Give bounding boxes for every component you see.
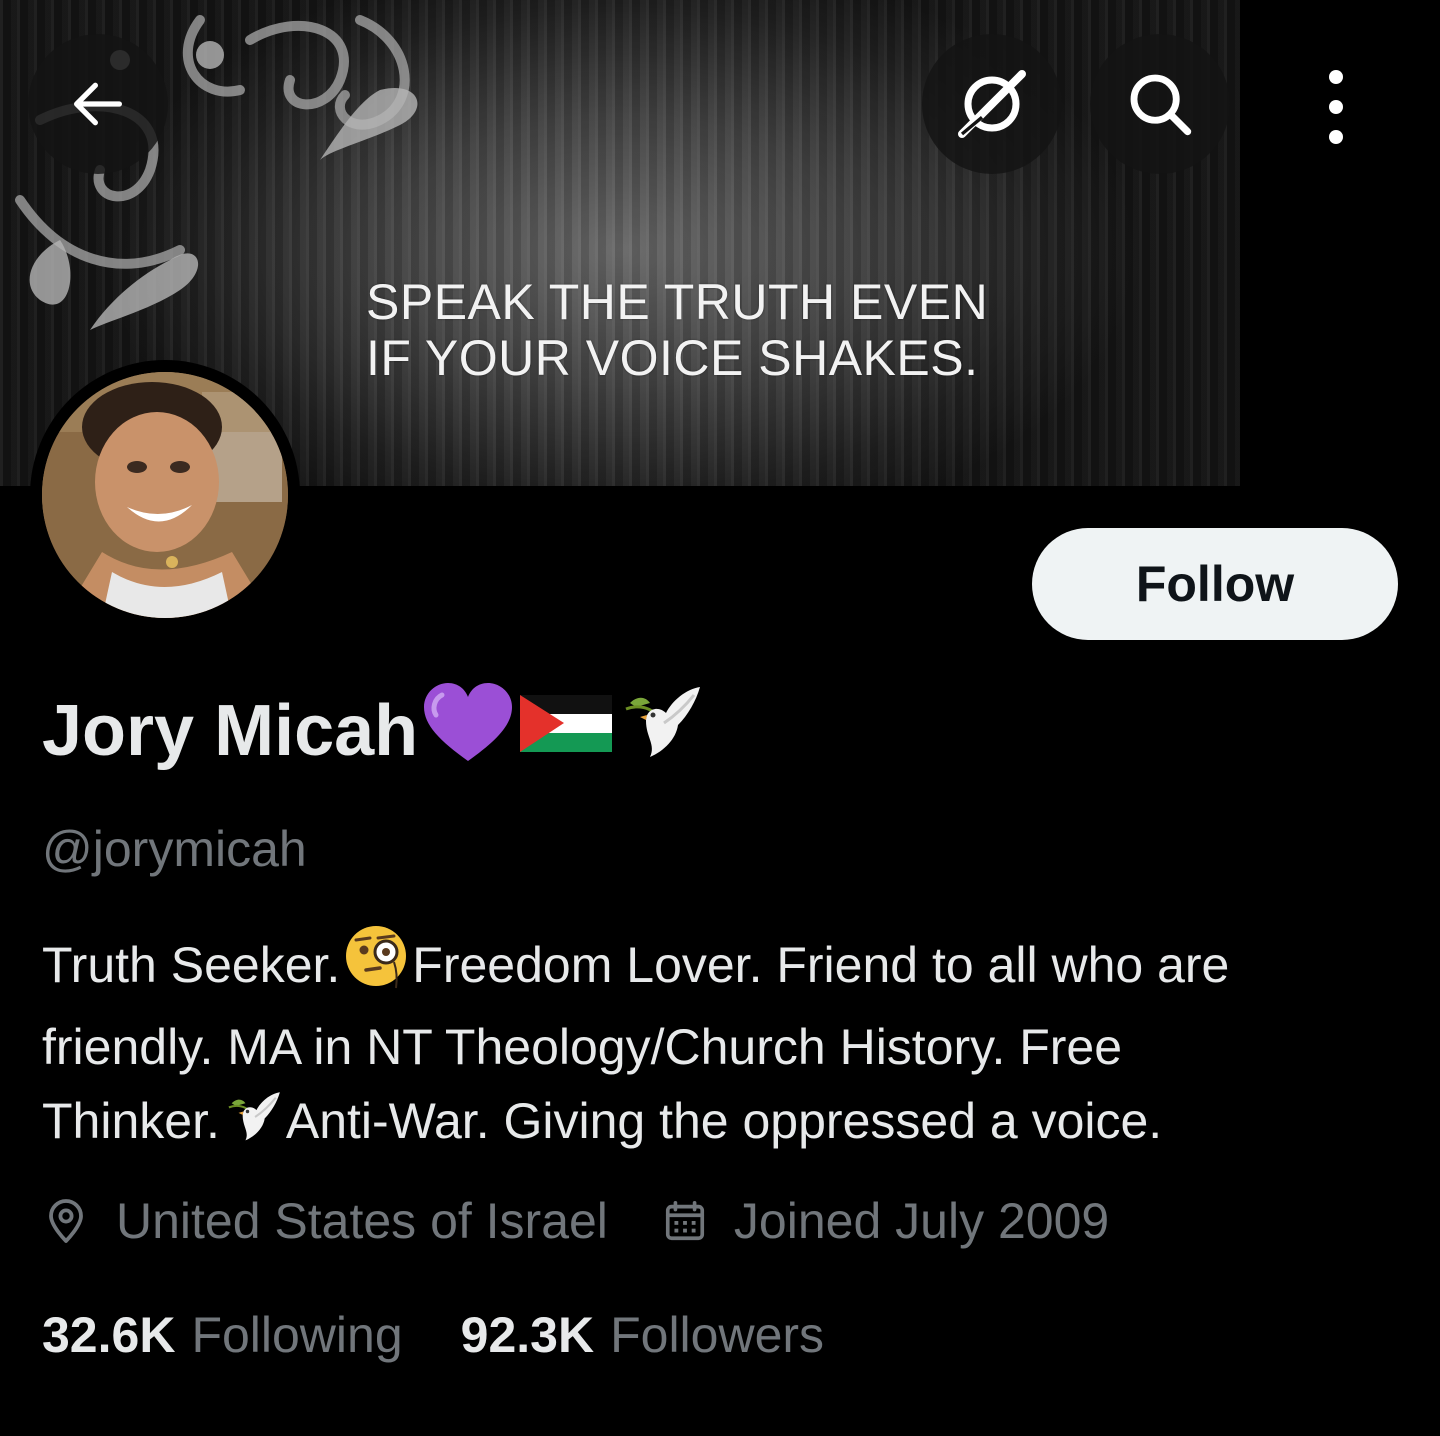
monocle-face-icon: [342, 922, 410, 1010]
following-link[interactable]: 32.6K Following: [42, 1306, 403, 1364]
grok-button[interactable]: [922, 34, 1062, 174]
banner-quote: SPEAK THE TRUTH EVEN IF YOUR VOICE SHAKE…: [366, 274, 1126, 386]
dove-icon: [222, 1088, 284, 1166]
location-pin-icon: [42, 1197, 90, 1245]
following-label: Following: [191, 1307, 403, 1363]
palestine-flag-icon: [518, 690, 614, 772]
bio-text-truth-seeker: Truth Seeker.: [42, 937, 341, 993]
bio-text-thinker: Thinker.: [42, 1093, 220, 1149]
display-name-text: Jory Micah: [42, 691, 419, 771]
search-button[interactable]: [1090, 34, 1230, 174]
more-vertical-icon: [1329, 70, 1343, 144]
avatar-photo: [42, 372, 288, 618]
profile-bio: Truth Seeker. Freedom Lover. Friend to al…: [42, 922, 1402, 1166]
arrow-left-icon: [74, 82, 122, 126]
followers-label: Followers: [610, 1307, 825, 1363]
location-text: United States of Israel: [116, 1193, 608, 1249]
bio-line-1: Truth Seeker. Freedom Lover. Friend to al…: [42, 922, 1402, 1010]
follow-stats: 32.6K Following 92.3K Followers: [42, 1300, 824, 1370]
banner-quote-line1: SPEAK THE TRUTH EVEN: [366, 274, 989, 330]
search-icon: [1130, 74, 1192, 136]
purple-heart-icon: [420, 681, 516, 782]
calendar-icon: [662, 1198, 708, 1244]
grok-icon: [958, 70, 1026, 138]
join-date: Joined July 2009: [662, 1192, 1109, 1250]
location: United States of Israel: [42, 1192, 608, 1250]
join-date-text: Joined July 2009: [733, 1193, 1110, 1249]
more-options-button[interactable]: [1296, 60, 1376, 150]
banner-quote-line2: IF YOUR VOICE SHAKES.: [366, 330, 979, 386]
display-name: Jory Micah: [42, 682, 706, 776]
followers-link[interactable]: 92.3K Followers: [461, 1306, 824, 1364]
bio-text-freedom-lover: Freedom Lover. Friend to all who are: [412, 937, 1230, 993]
followers-count: 92.3K: [460, 1307, 595, 1363]
bio-text-anti-war: Anti-War. Giving the oppressed a voice.: [285, 1093, 1163, 1149]
bio-line-2: friendly. MA in NT Theology/Church Histo…: [42, 1019, 1123, 1075]
profile-meta: United States of Israel Joined July 2009: [42, 1186, 1109, 1256]
follow-button[interactable]: Follow: [1032, 528, 1398, 640]
dove-icon: [616, 681, 706, 782]
user-handle: @jorymicah: [42, 821, 307, 877]
avatar[interactable]: [30, 360, 300, 630]
back-button[interactable]: [28, 34, 168, 174]
following-count: 32.6K: [42, 1307, 176, 1363]
bio-line-3: Thinker. Anti-War. Giving the oppressed a…: [42, 1084, 1402, 1166]
